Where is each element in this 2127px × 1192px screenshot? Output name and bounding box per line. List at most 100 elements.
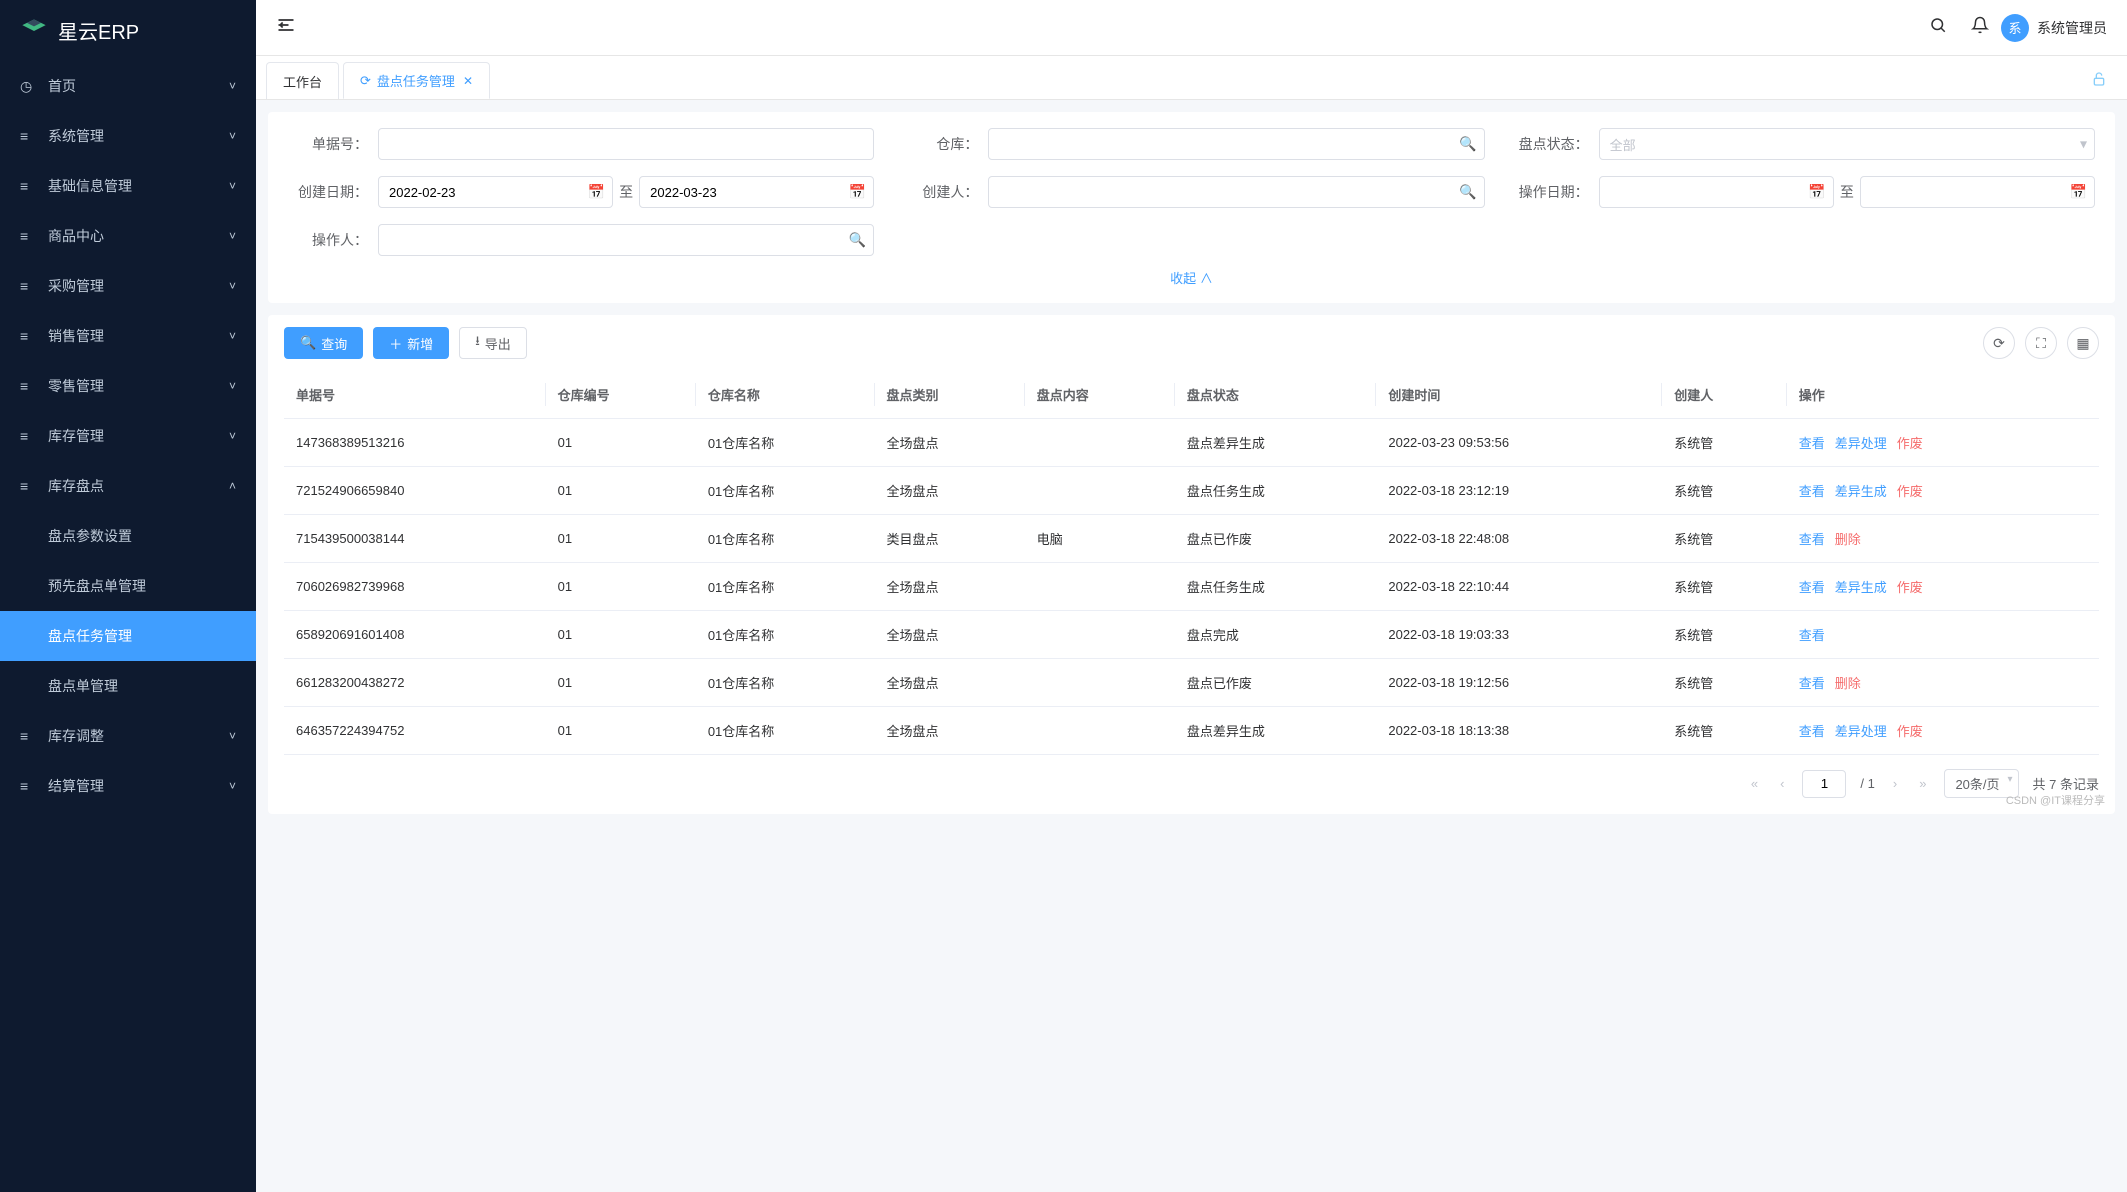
table-cell: 系统管 [1662, 515, 1786, 563]
bell-icon[interactable] [1971, 16, 1989, 39]
page-last-icon[interactable]: » [1915, 776, 1930, 791]
table-cell: 147368389513216 [284, 419, 546, 467]
sidebar-item-4[interactable]: ≡采购管理˅ [0, 261, 256, 311]
lock-icon[interactable] [2091, 71, 2107, 90]
sidebar-item-0[interactable]: ◷首页˅ [0, 61, 256, 111]
logo-icon [20, 17, 48, 45]
page-prev-icon[interactable]: ‹ [1776, 776, 1788, 791]
action-link[interactable]: 作废 [1897, 724, 1923, 739]
operations-cell: 查看差异生成作废 [1787, 467, 2099, 515]
page-input[interactable] [1802, 770, 1846, 798]
action-link[interactable]: 查看 [1799, 532, 1825, 547]
action-link[interactable]: 删除 [1835, 532, 1861, 547]
column-header: 盘点内容 [1025, 371, 1175, 419]
action-link[interactable]: 差异生成 [1835, 484, 1887, 499]
sidebar-item-label: 基础信息管理 [48, 176, 132, 196]
action-link[interactable]: 差异生成 [1835, 580, 1887, 595]
sidebar-subitem-3[interactable]: 盘点单管理 [0, 661, 256, 711]
table-cell: 盘点差异生成 [1175, 707, 1377, 755]
sidebar-item-8[interactable]: ≡库存盘点˄ [0, 461, 256, 511]
user-name[interactable]: 系统管理员 [2037, 18, 2107, 38]
collapse-toggle[interactable]: 收起 ∧ [288, 268, 2095, 287]
sidebar-toggle-icon[interactable] [276, 15, 296, 41]
table-cell: 盘点已作废 [1175, 515, 1377, 563]
columns-icon[interactable]: ▦ [2067, 327, 2099, 359]
sidebar-item-label: 结算管理 [48, 776, 104, 796]
action-link[interactable]: 查看 [1799, 484, 1825, 499]
action-link[interactable]: 作废 [1897, 580, 1923, 595]
fullscreen-icon[interactable]: ⛶ [2025, 327, 2057, 359]
page-total: / 1 [1860, 776, 1874, 791]
operator-input[interactable] [378, 224, 874, 256]
column-header: 盘点类别 [875, 371, 1025, 419]
date-sep: 至 [619, 182, 633, 202]
table-cell: 01 [546, 419, 696, 467]
action-link[interactable]: 差异处理 [1835, 724, 1887, 739]
table-cell: 全场盘点 [875, 563, 1025, 611]
tab-label: 盘点任务管理 [377, 71, 455, 90]
menu-icon: ≡ [20, 378, 36, 394]
action-link[interactable]: 查看 [1799, 580, 1825, 595]
close-icon[interactable]: ✕ [463, 74, 473, 88]
refresh-icon[interactable]: ⟳ [1983, 327, 2015, 359]
action-link[interactable]: 差异处理 [1835, 436, 1887, 451]
page-first-icon[interactable]: « [1747, 776, 1762, 791]
table-cell: 01仓库名称 [696, 707, 875, 755]
date-from-input[interactable] [378, 176, 613, 208]
menu-icon: ≡ [20, 778, 36, 794]
table-cell: 2022-03-18 23:12:19 [1376, 467, 1662, 515]
sidebar-item-1[interactable]: ≡系统管理˅ [0, 111, 256, 161]
sidebar-item-5[interactable]: ≡销售管理˅ [0, 311, 256, 361]
table-cell [1025, 611, 1175, 659]
action-link[interactable]: 查看 [1799, 724, 1825, 739]
sidebar-subitem-1[interactable]: 预先盘点单管理 [0, 561, 256, 611]
export-button[interactable]: ⭳导出 [459, 327, 527, 359]
table-cell: 类目盘点 [875, 515, 1025, 563]
reload-icon[interactable]: ⟳ [360, 73, 371, 89]
warehouse-input[interactable] [988, 128, 1484, 160]
sidebar-item-label: 库存管理 [48, 426, 104, 446]
table-cell: 01 [546, 611, 696, 659]
tab-0[interactable]: 工作台 [266, 62, 339, 99]
sidebar-item-3[interactable]: ≡商品中心˅ [0, 211, 256, 261]
sidebar-subitem-0[interactable]: 盘点参数设置 [0, 511, 256, 561]
tab-1[interactable]: ⟳ 盘点任务管理 ✕ [343, 62, 490, 99]
page-next-icon[interactable]: › [1889, 776, 1901, 791]
data-table: 单据号仓库编号仓库名称盘点类别盘点内容盘点状态创建时间创建人操作 1473683… [284, 371, 2099, 755]
add-button[interactable]: ＋新增 [373, 327, 449, 359]
operations-cell: 查看差异处理作废 [1787, 419, 2099, 467]
column-header: 单据号 [284, 371, 546, 419]
op-date-to-input[interactable] [1860, 176, 2095, 208]
sidebar-item-7[interactable]: ≡库存管理˅ [0, 411, 256, 461]
table-cell: 2022-03-18 19:03:33 [1376, 611, 1662, 659]
sidebar-subitem-2[interactable]: 盘点任务管理 [0, 611, 256, 661]
op-date-from-input[interactable] [1599, 176, 1834, 208]
sidebar-item-2[interactable]: ≡基础信息管理˅ [0, 161, 256, 211]
search-icon[interactable] [1929, 16, 1947, 39]
column-header: 仓库编号 [546, 371, 696, 419]
search-button[interactable]: 🔍查询 [284, 327, 363, 359]
creator-input[interactable] [988, 176, 1484, 208]
action-link[interactable]: 删除 [1835, 676, 1861, 691]
table-cell: 706026982739968 [284, 563, 546, 611]
sidebar-item-6[interactable]: ≡零售管理˅ [0, 361, 256, 411]
chevron-icon: ˅ [229, 429, 236, 443]
chevron-icon: ˅ [229, 229, 236, 243]
action-link[interactable]: 作废 [1897, 484, 1923, 499]
doc-no-input[interactable] [378, 128, 874, 160]
status-select[interactable]: 全部 [1599, 128, 2095, 160]
table-cell [1025, 467, 1175, 515]
menu-icon: ◷ [20, 78, 36, 95]
action-link[interactable]: 查看 [1799, 676, 1825, 691]
table-cell: 01 [546, 659, 696, 707]
sidebar-item-10[interactable]: ≡ 结算管理 ˅ [0, 761, 256, 811]
chevron-icon: ˅ [229, 779, 236, 793]
action-link[interactable]: 查看 [1799, 628, 1825, 643]
action-link[interactable]: 查看 [1799, 436, 1825, 451]
sidebar: 星云ERP ◷首页˅≡系统管理˅≡基础信息管理˅≡商品中心˅≡采购管理˅≡销售管… [0, 0, 256, 1192]
avatar[interactable]: 系 [2001, 14, 2029, 42]
menu-icon: ≡ [20, 328, 36, 344]
sidebar-item-9[interactable]: ≡库存调整˅ [0, 711, 256, 761]
action-link[interactable]: 作废 [1897, 436, 1923, 451]
date-to-input[interactable] [639, 176, 874, 208]
